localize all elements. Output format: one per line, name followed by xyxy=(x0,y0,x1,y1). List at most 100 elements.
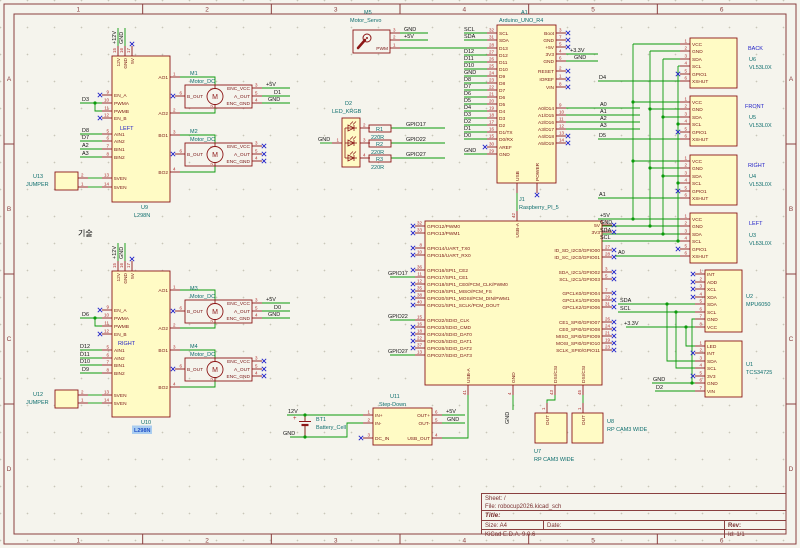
symbol-body[interactable] xyxy=(55,390,78,408)
component-value[interactable]: 220R xyxy=(371,165,384,171)
component-ref[interactable]: U2 xyxy=(746,294,753,300)
symbol-body[interactable] xyxy=(572,413,603,443)
component-value[interactable]: VL53L0X xyxy=(749,123,772,129)
symbol-body[interactable] xyxy=(55,172,78,190)
symbol-a1[interactable]: 32SCL31SDA28D1327D1226D1125D1024D923D822… xyxy=(483,10,570,197)
net-label-+5v[interactable]: +5V xyxy=(266,297,276,303)
wire[interactable] xyxy=(686,327,695,346)
symbol-u2[interactable]: 1INT2ADD3XCL4XDA5SDA6SCL7GND8VCCU2MPU605… xyxy=(691,269,771,333)
net-label-gnd[interactable]: GND xyxy=(119,247,125,259)
net-label-gnd[interactable]: GND xyxy=(318,137,330,143)
net-label-+5v[interactable]: +5V xyxy=(266,82,276,88)
net-label-d6[interactable]: D6 xyxy=(464,91,471,97)
component-value[interactable]: LED_KRGB xyxy=(332,109,362,115)
component-ref[interactable]: U13 xyxy=(33,174,43,180)
symbol-body[interactable] xyxy=(535,413,567,443)
net-label-d1[interactable]: D1 xyxy=(464,126,471,132)
component-value[interactable]: L298N xyxy=(134,213,150,219)
net-label-d7[interactable]: D7 xyxy=(464,84,471,90)
field-label-back[interactable]: BACK xyxy=(748,46,763,52)
net-label-gnd[interactable]: GND xyxy=(447,417,459,423)
symbol-bt1[interactable]: +BT1Battery_Cell xyxy=(293,415,346,437)
component-ref[interactable]: R1 xyxy=(376,127,383,133)
symbol-j1[interactable]: 32GPIO12/PWM033GPIO13/PWM18GPIO14/UART_T… xyxy=(411,197,616,395)
component-ref[interactable]: M3 xyxy=(190,286,198,292)
wire[interactable] xyxy=(180,108,215,113)
net-label-12v[interactable]: 12V xyxy=(288,409,298,415)
field-label-left[interactable]: LEFT xyxy=(749,221,763,227)
net-label-gnd[interactable]: GND xyxy=(464,70,476,76)
net-label-d4[interactable]: D4 xyxy=(464,105,471,111)
net-label-d1[interactable]: D1 xyxy=(274,90,281,96)
symbol-u12[interactable]: 21U12JUMPER xyxy=(26,390,88,409)
symbol-u7[interactable]: 1OUTU7RP CAM3 WIDE xyxy=(534,403,575,463)
net-label-gnd[interactable]: GND xyxy=(600,220,612,226)
net-label-sda[interactable]: SDA xyxy=(620,298,632,304)
net-label-gnd[interactable]: GND xyxy=(119,32,125,44)
component-value[interactable]: Step-Down xyxy=(379,402,406,408)
net-label-d5[interactable]: D5 xyxy=(599,133,606,139)
symbol-r3[interactable]: R3220R xyxy=(369,155,391,171)
net-label-d8[interactable]: D8 xyxy=(464,77,471,83)
component-ref[interactable]: U8 xyxy=(607,419,614,425)
net-label-a0[interactable]: A0 xyxy=(618,250,625,256)
net-label-d4[interactable]: D4 xyxy=(599,75,606,81)
component-ref[interactable]: A1 xyxy=(521,10,528,16)
symbol-d2[interactable]: 1234D2LED_KRGB xyxy=(332,101,370,167)
symbol-r1[interactable]: R1220R xyxy=(369,125,391,141)
component-ref[interactable]: U4 xyxy=(749,174,756,180)
component-value[interactable]: VL53L0X xyxy=(749,182,772,188)
net-label-sda[interactable]: SDA xyxy=(464,34,476,40)
net-label-d0[interactable]: D0 xyxy=(464,133,471,139)
wire[interactable] xyxy=(667,304,695,361)
net-label-gnd[interactable]: GND xyxy=(505,412,511,424)
component-value[interactable]: Raspberry_PI_5 xyxy=(519,205,559,211)
net-label-+5v[interactable]: +5V xyxy=(446,409,456,415)
net-label-scl[interactable]: SCL xyxy=(620,306,631,312)
component-value[interactable]: Motor_DC xyxy=(190,352,215,358)
component-value[interactable]: TCS34725 xyxy=(746,370,772,376)
net-label-gpio17[interactable]: GPIO17 xyxy=(406,122,426,128)
component-value[interactable]: VL53L0X xyxy=(749,241,772,247)
net-label-d3[interactable]: D3 xyxy=(82,97,89,103)
net-label-a3[interactable]: A3 xyxy=(82,151,89,157)
net-label-a2[interactable]: A2 xyxy=(82,143,89,149)
net-label-d12[interactable]: D12 xyxy=(464,49,474,55)
net-label-d5[interactable]: D5 xyxy=(464,98,471,104)
net-label-d9[interactable]: D9 xyxy=(82,367,89,373)
component-ref[interactable]: U10 xyxy=(141,420,151,426)
net-label-d11[interactable]: D11 xyxy=(464,56,474,62)
net-label-gpio17[interactable]: GPIO17 xyxy=(388,271,408,277)
net-label-gnd[interactable]: GND xyxy=(574,55,586,61)
component-value[interactable]: L298N xyxy=(134,428,151,434)
component-value[interactable]: JUMPER xyxy=(26,400,49,406)
component-value[interactable]: VL53L0X xyxy=(749,65,772,71)
net-label-d7[interactable]: D7 xyxy=(82,135,89,141)
net-label-a0[interactable]: A0 xyxy=(600,102,607,108)
net-label-sda[interactable]: SDA xyxy=(600,228,612,234)
net-label-gpio27[interactable]: GPIO27 xyxy=(388,349,408,355)
wire[interactable] xyxy=(547,395,555,403)
net-label-+5v[interactable]: +5V xyxy=(600,213,610,219)
net-label-+5v[interactable]: +5V xyxy=(404,34,414,40)
component-ref[interactable]: U3 xyxy=(749,233,756,239)
field-label-right[interactable]: RIGHT xyxy=(748,163,766,169)
component-ref[interactable]: U11 xyxy=(390,394,400,400)
net-label-gpio27[interactable]: GPIO27 xyxy=(406,152,426,158)
component-ref[interactable]: J1 xyxy=(519,197,525,203)
wire[interactable] xyxy=(180,381,215,387)
component-ref[interactable]: U6 xyxy=(749,57,756,63)
net-label-gnd[interactable]: GND xyxy=(268,97,280,103)
symbol-u9[interactable]: 9EN_A10PWMA11PWMB12EN_B5AIN16AIN27BIN18B… xyxy=(98,42,180,219)
wire[interactable] xyxy=(180,323,215,328)
component-ref[interactable]: U9 xyxy=(141,205,148,211)
symbol-r2[interactable]: R2220R xyxy=(369,140,391,156)
component-ref[interactable]: R2 xyxy=(376,142,383,148)
component-value[interactable]: Motor_Servo xyxy=(350,18,382,24)
wire[interactable] xyxy=(180,166,215,172)
net-label-a1[interactable]: A1 xyxy=(599,192,606,198)
net-label-gpio22[interactable]: GPIO22 xyxy=(388,314,408,320)
component-ref[interactable]: U12 xyxy=(33,392,43,398)
component-ref[interactable]: M4 xyxy=(190,344,198,350)
net-label-+3.3v[interactable]: +3.3V xyxy=(624,321,639,327)
